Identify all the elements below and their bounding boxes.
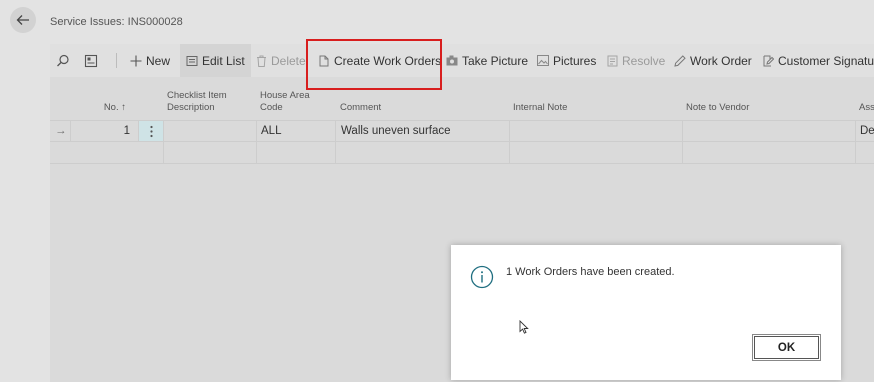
signature-icon [763,55,774,66]
action-toolbar: New Edit List Delete Create Work Orders … [50,44,874,77]
cell-assigned[interactable]: De [855,121,874,142]
edit-list-label: Edit List [202,53,245,68]
info-dialog: 1 Work Orders have been created. OK [451,245,841,380]
column-header-assigned[interactable]: Ass [859,102,874,114]
back-arrow-icon [16,15,29,25]
work-order-button[interactable]: Work Order [674,44,752,77]
customer-signature-label: Customer Signature [778,53,874,68]
camera-icon [446,55,458,66]
resolve-icon [607,55,618,66]
trash-icon [257,55,266,67]
toolbar-separator [116,53,117,68]
plus-icon [130,55,142,66]
pictures-button[interactable]: Pictures [537,44,596,77]
create-work-orders-highlight [306,39,442,90]
pencil-icon [674,54,686,67]
delete-button[interactable]: Delete [256,44,306,77]
more-vertical-icon [150,125,153,138]
mouse-cursor-icon [519,320,529,334]
cell-no[interactable]: 1 [70,121,138,142]
take-picture-label: Take Picture [462,53,529,68]
delete-label: Delete [271,53,306,68]
cell-house-area[interactable]: ALL [256,121,335,142]
dialog-message: 1 Work Orders have been created. [506,266,675,278]
column-header-checklist[interactable]: Checklist Item Description [167,90,227,114]
new-label: New [146,53,171,68]
cell-checklist[interactable] [163,121,256,142]
customer-signature-button[interactable]: Customer Signature [762,44,874,77]
search-icon [57,54,69,66]
back-button[interactable] [10,7,36,33]
cell-comment[interactable]: Walls uneven surface [335,121,509,142]
column-header-note-to-vendor[interactable]: Note to Vendor [686,102,749,114]
new-button[interactable]: New [130,44,170,77]
resolve-button[interactable]: Resolve [607,44,665,77]
column-header-comment[interactable]: Comment [340,102,381,114]
page-title: Service Issues: INS000028 [50,16,183,28]
table-row-empty[interactable] [50,141,874,164]
take-picture-button[interactable]: Take Picture [446,44,528,77]
column-header-no[interactable]: No. ↑ [103,102,126,114]
cell-note-to-vendor[interactable] [682,121,855,142]
service-issues-grid: No. ↑ Checklist Item Description House A… [50,84,874,164]
ok-button[interactable]: OK [754,336,819,359]
work-order-label: Work Order [690,53,752,68]
layout-toggle-button[interactable] [84,44,98,77]
edit-list-icon [186,55,198,66]
pictures-icon [537,55,549,66]
pictures-label: Pictures [553,53,597,68]
edit-list-button[interactable]: Edit List [180,44,251,77]
column-header-internal-note[interactable]: Internal Note [513,102,567,114]
row-actions-button[interactable] [138,121,163,142]
row-selected-arrow: → [55,125,67,137]
search-button[interactable] [56,44,70,77]
column-header-house-area[interactable]: House Area Code [260,90,310,114]
layout-icon [84,54,98,67]
cell-internal-note[interactable] [509,121,682,142]
info-icon [470,265,494,289]
resolve-label: Resolve [622,53,666,68]
table-row[interactable]: → 1 ALL Walls uneven surface De [50,120,874,142]
